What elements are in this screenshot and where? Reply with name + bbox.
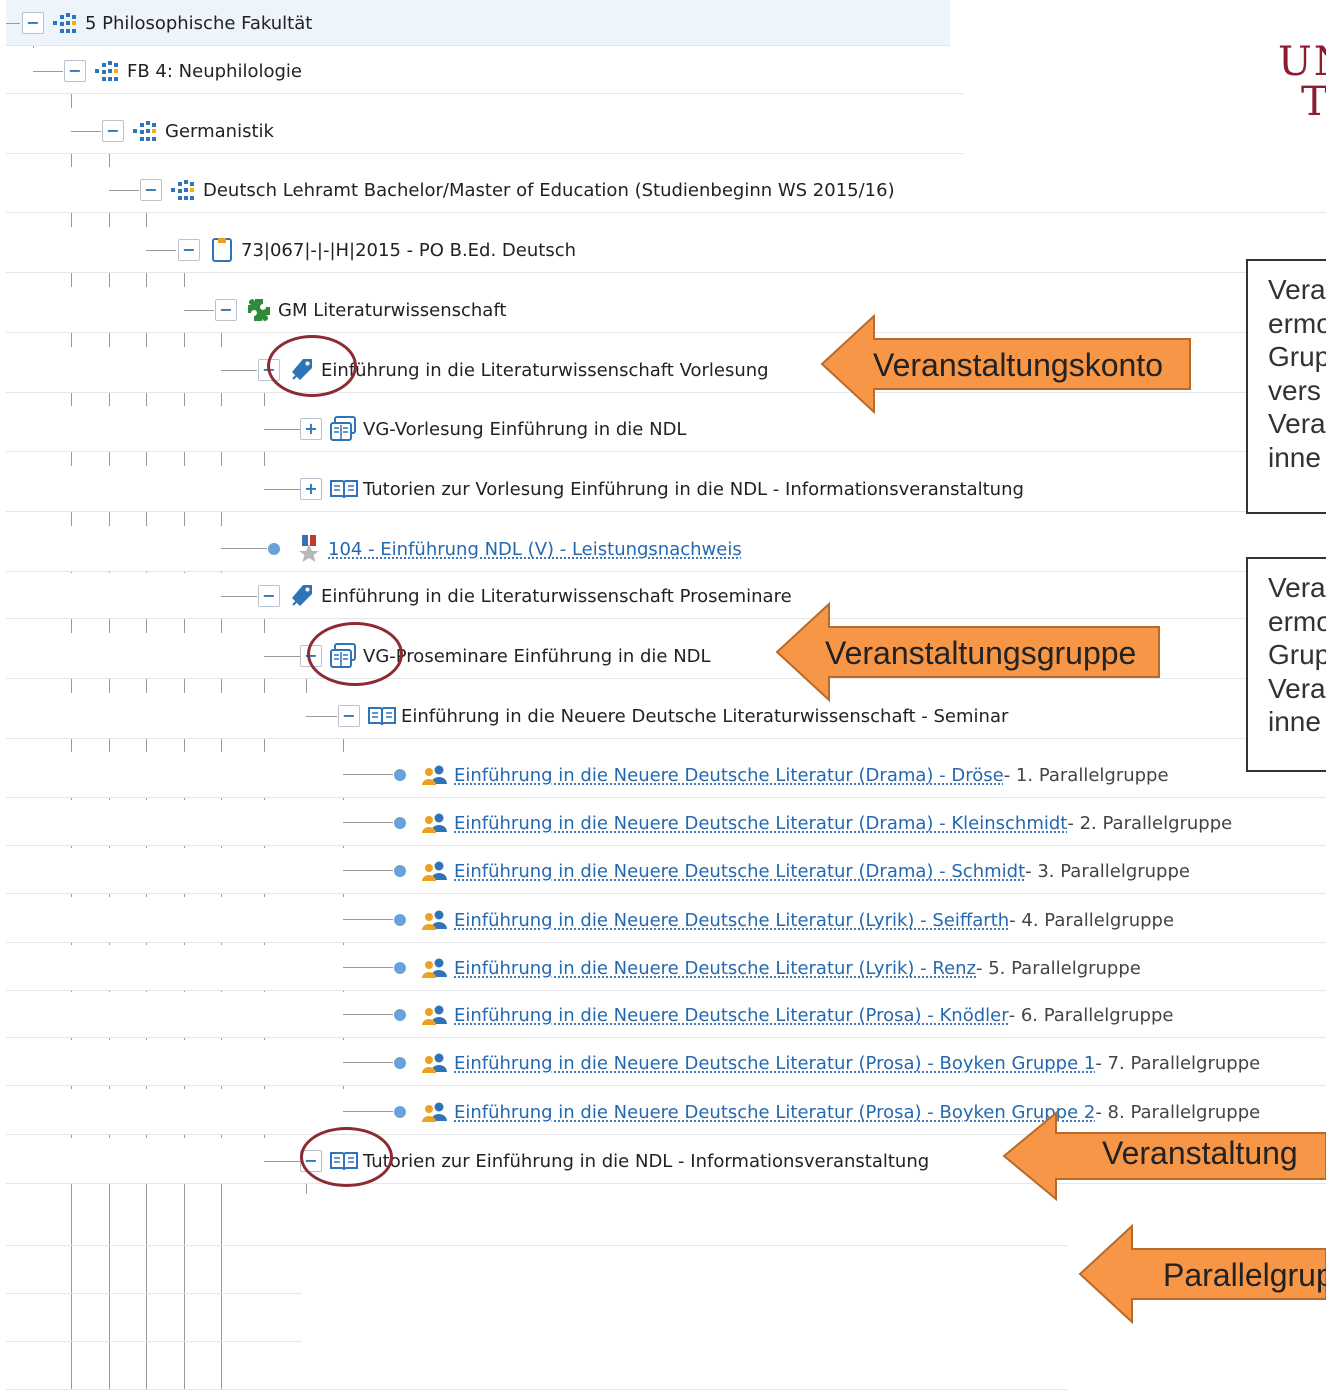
module-puzzle-icon xyxy=(244,295,274,325)
callout-label-parallelgruppe: Parallelgrup xyxy=(1163,1257,1326,1293)
course-catalog-tree-screenshot: − 5 Philosophische Fakultät − FB 4: Neup… xyxy=(0,0,1326,1390)
collapse-toggle[interactable]: − xyxy=(178,239,200,261)
highlight-circle-veranstaltung xyxy=(300,1127,393,1187)
empty-row xyxy=(6,1198,1068,1246)
parallel-group-link[interactable]: Einführung in die Neuere Deutsche Litera… xyxy=(454,1102,1095,1123)
parallel-group-people-icon xyxy=(420,953,450,983)
tree-row[interactable]: − FB 4: Neuphilologie xyxy=(6,48,964,94)
tree-node-label: Tutorien zur Einführung in die NDL - Inf… xyxy=(363,1150,930,1172)
collapse-toggle[interactable]: − xyxy=(64,60,86,82)
parallel-group-link[interactable]: Einführung in die Neuere Deutsche Litera… xyxy=(454,765,1004,786)
leaf-bullet xyxy=(394,962,406,974)
leaf-bullet xyxy=(268,543,280,555)
tree-row[interactable]: Einführung in die Neuere Deutsche Litera… xyxy=(6,992,1326,1038)
org-unit-icon xyxy=(169,175,199,205)
empty-row xyxy=(6,1294,302,1342)
parallel-group-number: - 1. Parallelgruppe xyxy=(1003,764,1169,786)
tree-node-label: FB 4: Neuphilologie xyxy=(127,60,302,82)
university-logo: UN T xyxy=(1278,39,1326,125)
parallel-group-number: - 7. Parallelgruppe xyxy=(1095,1052,1261,1074)
collapse-toggle[interactable]: − xyxy=(338,705,360,727)
tree-node-label: 5 Philosophische Fakultät xyxy=(85,12,313,34)
callout-label-veranstaltungsgruppe: Veranstaltungsgruppe xyxy=(825,635,1137,671)
expand-toggle[interactable]: + xyxy=(300,418,322,440)
expand-toggle[interactable]: + xyxy=(300,478,322,500)
parallel-group-link[interactable]: Einführung in die Neuere Deutsche Litera… xyxy=(454,1053,1095,1074)
open-book-icon xyxy=(367,701,397,731)
parallel-group-people-icon xyxy=(420,1000,450,1030)
tree-row[interactable]: Einführung in die Neuere Deutsche Litera… xyxy=(6,945,1326,991)
parallel-group-people-icon xyxy=(420,856,450,886)
leaf-bullet xyxy=(394,769,406,781)
leaf-bullet xyxy=(394,1106,406,1118)
tree-row[interactable]: + Tutorien zur Vorlesung Einführung in d… xyxy=(6,466,1326,512)
tree-node-label: Germanistik xyxy=(165,120,274,142)
org-unit-icon xyxy=(131,116,161,146)
parallel-group-people-icon xyxy=(420,760,450,790)
parallel-group-number: - 4. Parallelgruppe xyxy=(1009,909,1175,931)
org-unit-icon xyxy=(51,8,81,38)
collapse-toggle[interactable]: − xyxy=(140,179,162,201)
parallel-group-number: - 5. Parallelgruppe xyxy=(976,957,1141,979)
callout-label-veranstaltungskonto: Veranstaltungskonto xyxy=(873,347,1163,383)
parallel-group-link[interactable]: Einführung in die Neuere Deutsche Litera… xyxy=(454,1005,1009,1026)
parallel-group-people-icon xyxy=(420,1097,450,1127)
tree-node-label: Einführung in die Neuere Deutsche Litera… xyxy=(401,705,1009,727)
course-group-icon xyxy=(329,414,359,444)
leaf-bullet xyxy=(394,1009,406,1021)
annotation-box-2: Vera ermo Grup Vera inne xyxy=(1246,557,1326,772)
parallel-group-people-icon xyxy=(420,808,450,838)
tree-node-label: VG-Proseminare Einführung in die NDL xyxy=(363,645,711,667)
collapse-toggle[interactable]: − xyxy=(102,120,124,142)
course-account-tag-icon xyxy=(287,581,317,611)
highlight-circle-gruppe xyxy=(307,622,403,686)
tree-node-label: Einführung in die Literaturwissenschaft … xyxy=(321,585,792,607)
tree-row[interactable]: Einführung in die Neuere Deutsche Litera… xyxy=(6,897,1326,943)
exam-link[interactable]: 104 - Einführung NDL (V) - Leistungsnach… xyxy=(328,539,742,560)
tree-node-label: Tutorien zur Vorlesung Einführung in die… xyxy=(363,478,1024,500)
leaf-bullet xyxy=(394,817,406,829)
collapse-toggle[interactable]: − xyxy=(22,12,44,34)
leaf-bullet xyxy=(394,1057,406,1069)
parallel-group-number: - 3. Parallelgruppe xyxy=(1025,860,1190,882)
collapse-toggle[interactable]: − xyxy=(258,585,280,607)
parallel-group-people-icon xyxy=(420,1048,450,1078)
tree-row[interactable]: Einführung in die Neuere Deutsche Litera… xyxy=(6,848,1326,894)
tree-node-label: GM Literaturwissenschaft xyxy=(278,299,507,321)
org-unit-icon xyxy=(93,56,123,86)
tree-row[interactable]: − Deutsch Lehramt Bachelor/Master of Edu… xyxy=(6,167,1326,213)
tree-row[interactable]: Einführung in die Neuere Deutsche Litera… xyxy=(6,752,1326,798)
annotation-box-1: Vera ermo Grup vers Vera inne xyxy=(1246,259,1326,514)
tree-row[interactable]: Einführung in die Neuere Deutsche Litera… xyxy=(6,800,1326,846)
empty-row xyxy=(6,1246,302,1294)
tree-row[interactable]: − 73|067|-|-|H|2015 - PO B.Ed. Deutsch xyxy=(6,227,1326,273)
tree-row[interactable]: − 5 Philosophische Fakultät xyxy=(6,0,950,46)
achievement-medal-icon xyxy=(294,534,324,564)
open-book-icon xyxy=(329,474,359,504)
callout-label-veranstaltung: Veranstaltung xyxy=(1102,1135,1298,1171)
tree-row[interactable]: − Germanistik xyxy=(6,108,964,154)
tree-row[interactable]: Einführung in die Neuere Deutsche Litera… xyxy=(6,1040,1326,1086)
examination-regulation-icon xyxy=(207,235,237,265)
parallel-group-people-icon xyxy=(420,905,450,935)
parallel-group-link[interactable]: Einführung in die Neuere Deutsche Litera… xyxy=(454,861,1025,882)
tree-row[interactable]: 104 - Einführung NDL (V) - Leistungsnach… xyxy=(6,526,1326,572)
highlight-circle-konto xyxy=(267,335,357,397)
leaf-bullet xyxy=(394,914,406,926)
tree-node-label: 73|067|-|-|H|2015 - PO B.Ed. Deutsch xyxy=(241,239,576,261)
parallel-group-link[interactable]: Einführung in die Neuere Deutsche Litera… xyxy=(454,910,1009,931)
parallel-group-number: - 2. Parallelgruppe xyxy=(1067,812,1233,834)
tree-node-label: Einführung in die Literaturwissenschaft … xyxy=(321,359,769,381)
parallel-group-link[interactable]: Einführung in die Neuere Deutsche Litera… xyxy=(454,958,976,979)
collapse-toggle[interactable]: − xyxy=(215,299,237,321)
parallel-group-link[interactable]: Einführung in die Neuere Deutsche Litera… xyxy=(454,813,1067,834)
tree-node-label: VG-Vorlesung Einführung in die NDL xyxy=(363,418,687,440)
empty-row xyxy=(6,1342,1068,1390)
parallel-group-number: - 6. Parallelgruppe xyxy=(1008,1004,1174,1026)
tree-node-label: Deutsch Lehramt Bachelor/Master of Educa… xyxy=(203,179,895,201)
leaf-bullet xyxy=(394,865,406,877)
